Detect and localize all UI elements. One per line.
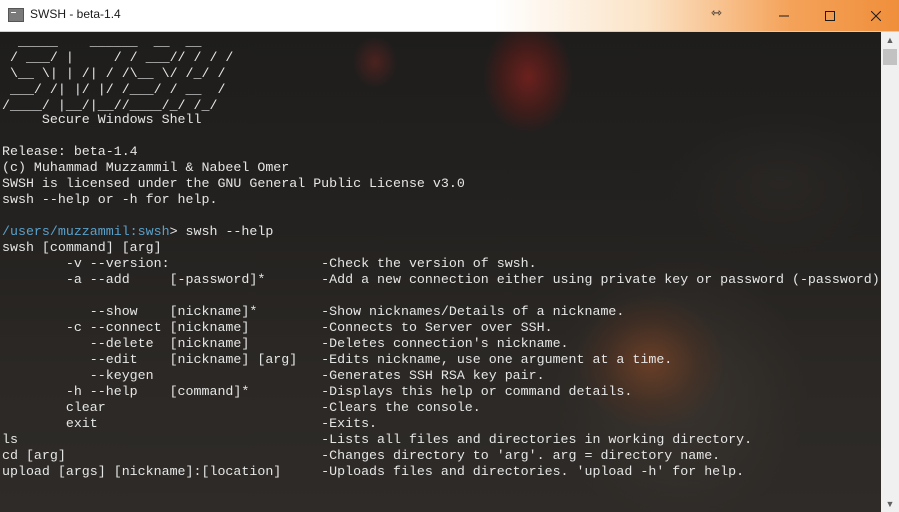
console-app-icon[interactable] [8, 8, 24, 22]
release-line: Release: beta-1.4 [2, 144, 138, 159]
resize-arrows-icon: ⇿ [711, 5, 722, 20]
license-line: SWSH is licensed under the GNU General P… [2, 176, 465, 191]
help-option-line: -h --help [command]* -Displays this help… [2, 384, 633, 399]
banner-line: \__ \| | /| / /\__ \/ /_/ / [2, 66, 226, 81]
help-option-line: ls -Lists all files and directories in w… [2, 432, 753, 447]
banner-subtitle: Secure Windows Shell [2, 112, 202, 127]
help-option-line: -a --add [-password]* -Add a new connect… [2, 272, 881, 287]
help-option-line: -c --connect [nickname] -Connects to Ser… [2, 320, 553, 335]
vertical-scrollbar[interactable]: ▲ ▼ [881, 32, 899, 512]
swsh-window: SWSH - beta-1.4 ⇿ _____ ______ __ __ / _… [0, 0, 899, 512]
minimize-icon [779, 15, 789, 16]
help-option-line: -v --version: -Check the version of swsh… [2, 256, 537, 271]
maximize-icon [825, 10, 835, 21]
help-option-line: exit -Exits. [2, 416, 378, 431]
minimize-button[interactable] [761, 0, 807, 31]
help-option-line: --keygen -Generates SSH RSA key pair. [2, 368, 545, 383]
help-usage-line: swsh [command] [arg] [2, 240, 162, 255]
scroll-down-icon[interactable]: ▼ [881, 496, 899, 512]
banner-line: ___/ /| |/ |/ /___/ / __ / [2, 82, 226, 97]
title-bar[interactable]: SWSH - beta-1.4 ⇿ [0, 0, 899, 32]
help-option-line: --delete [nickname] -Deletes connection'… [2, 336, 569, 351]
help-option-line: clear -Clears the console. [2, 400, 481, 415]
close-button[interactable] [853, 0, 899, 31]
help-hint-line: swsh --help or -h for help. [2, 192, 218, 207]
maximize-button[interactable] [807, 0, 853, 31]
prompt-separator: > [169, 224, 186, 239]
prompt-path: /users/muzzammil:swsh [2, 224, 170, 239]
close-icon [871, 10, 881, 21]
scroll-up-icon[interactable]: ▲ [881, 32, 899, 48]
scrollbar-thumb[interactable] [883, 49, 897, 65]
window-title: SWSH - beta-1.4 [30, 7, 121, 21]
help-option-line: --show [nickname]* -Show nicknames/Detai… [2, 304, 625, 319]
banner-line: / ___/ | / / ___// / / / [2, 50, 234, 65]
help-option-line: --edit [nickname] [arg] -Edits nickname,… [2, 352, 673, 367]
prompt-line: /users/muzzammil:swsh> swsh --help [2, 224, 273, 240]
banner-line: _____ ______ __ __ [2, 34, 202, 49]
help-option-line: upload [args] [nickname]:[location] -Upl… [2, 464, 745, 479]
help-option-line: cd [arg] -Changes directory to 'arg'. ar… [2, 448, 721, 463]
copyright-line: (c) Muhammad Muzzammil & Nabeel Omer [2, 160, 290, 175]
typed-command: swsh --help [185, 224, 274, 239]
console-output[interactable]: _____ ______ __ __ / ___/ | / / ___// / … [0, 32, 881, 512]
